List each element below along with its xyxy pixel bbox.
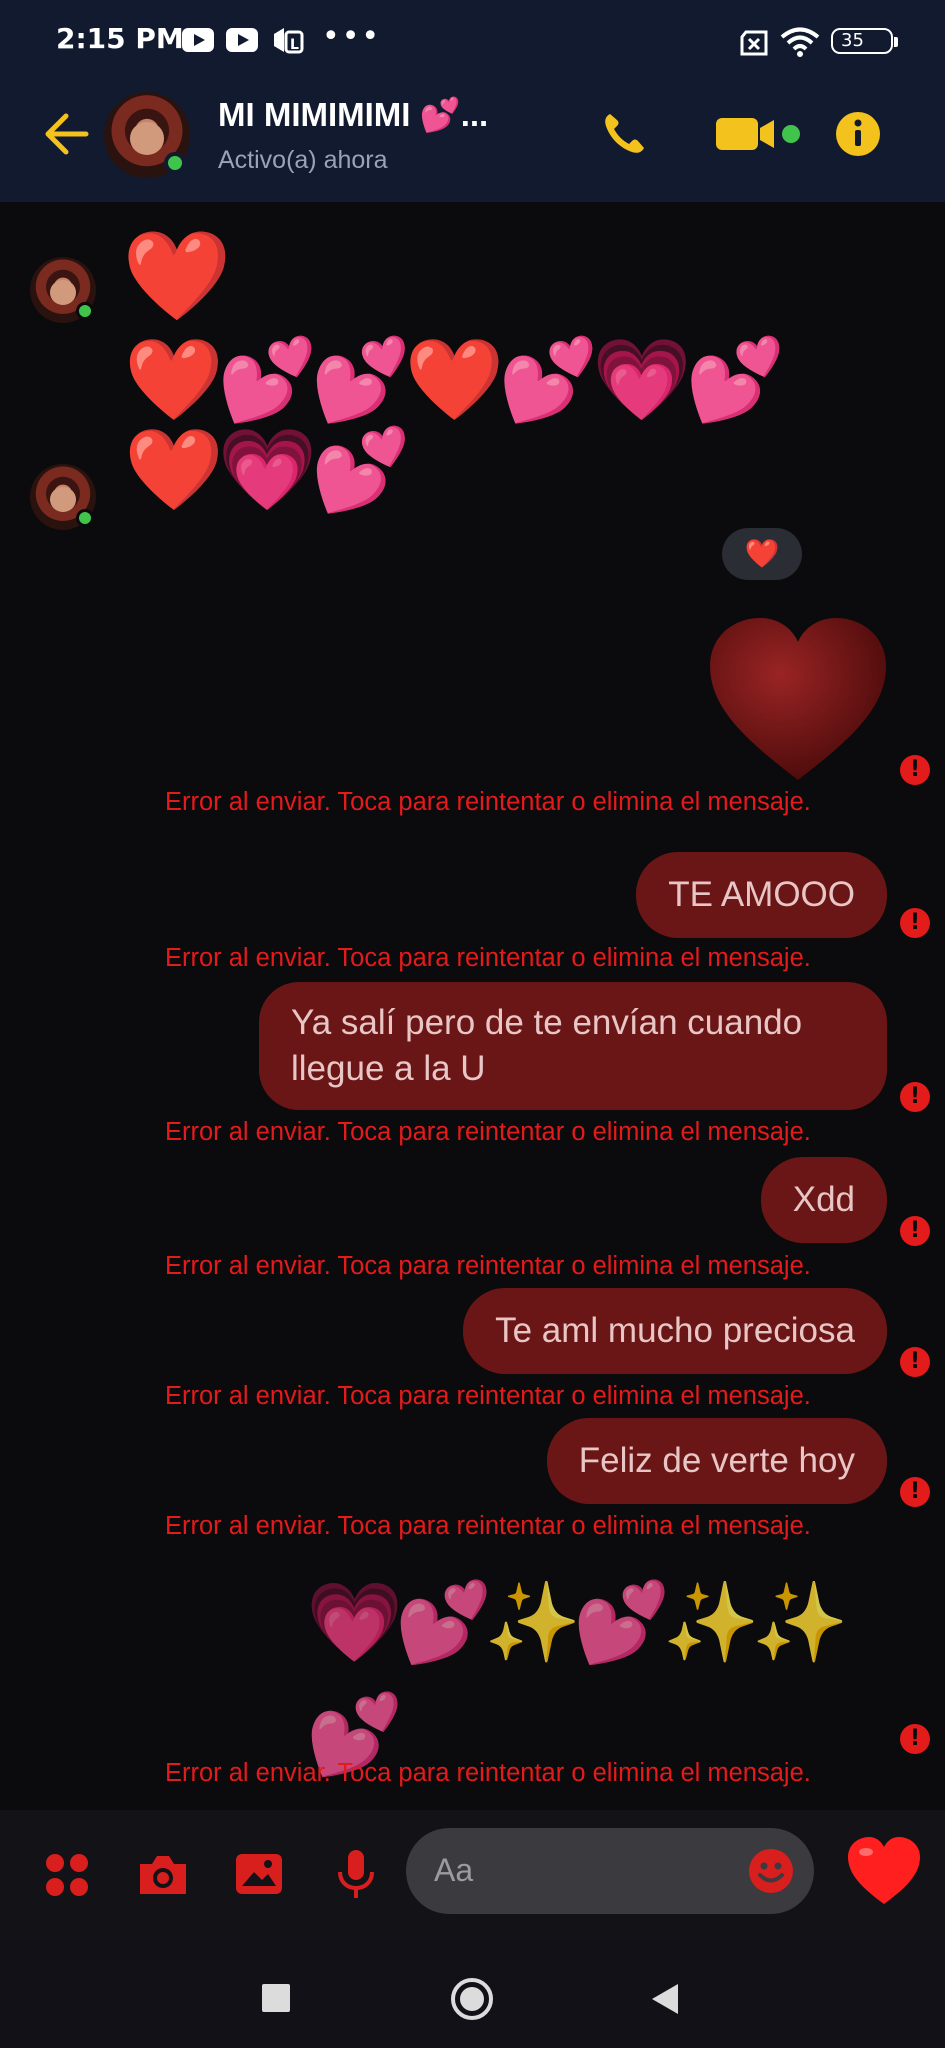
received-emoji-message[interactable]: ❤️ [122, 232, 232, 320]
more-notifications-icon: ••• [322, 19, 382, 54]
message-input-placeholder: Aa [434, 1852, 474, 1888]
sent-emoji-message[interactable]: 💗💕✨💕✨✨💕 [306, 1567, 886, 1791]
error-alert-icon[interactable]: ! [900, 1082, 930, 1112]
received-emoji-message[interactable]: ❤️💗💕 [124, 430, 411, 510]
sent-message-bubble[interactable]: Ya salí pero de te envían cuando llegue … [259, 982, 887, 1110]
image-icon[interactable] [234, 1850, 284, 1898]
microphone-icon[interactable] [336, 1848, 376, 1902]
heart-like-icon[interactable] [846, 1836, 922, 1906]
phone-icon[interactable] [600, 110, 648, 158]
back-arrow-icon[interactable] [42, 112, 90, 156]
video-active-dot [782, 125, 800, 143]
emoji-icon[interactable] [748, 1848, 794, 1894]
sent-message-bubble[interactable]: TE AMOOO [636, 852, 887, 938]
send-error-message[interactable]: Error al enviar. Toca para reintentar o … [165, 1252, 811, 1281]
status-time: 2:15 PM [56, 22, 184, 55]
sent-message-bubble[interactable]: Xdd [760, 1157, 887, 1243]
home-circle-icon[interactable] [451, 1978, 493, 2020]
status-bar: 2:15 PM L ••• 35 [0, 0, 945, 84]
sent-message-bubble[interactable]: Te aml mucho preciosa [463, 1288, 887, 1374]
no-sim-icon [740, 30, 768, 56]
camera-icon[interactable] [136, 1852, 190, 1898]
recents-square-icon[interactable] [262, 1984, 290, 2012]
info-icon[interactable] [834, 110, 882, 158]
message-list[interactable]: ❤️ ❤️💕💕❤️💕💗💕 ❤️💗💕 ❤️ ! Error al enviar. … [0, 202, 945, 1810]
error-alert-icon[interactable]: ! [900, 908, 930, 938]
error-alert-icon[interactable]: ! [900, 1477, 930, 1507]
svg-text:L: L [290, 37, 299, 53]
error-alert-icon[interactable]: ! [900, 1216, 930, 1246]
back-triangle-icon[interactable] [650, 1982, 680, 2016]
online-indicator [164, 152, 186, 174]
top-bar: 2:15 PM L ••• 35 MI MIMIMIMI 💕... Activo… [0, 0, 945, 202]
youtube-icon [226, 28, 258, 52]
sent-heart-emoji[interactable] [706, 616, 890, 784]
video-call-icon[interactable] [714, 114, 778, 154]
error-alert-icon[interactable]: ! [900, 755, 930, 785]
send-error-message[interactable]: Error al enviar. Toca para reintentar o … [165, 1512, 811, 1541]
youtube-icon [182, 28, 214, 52]
sent-message-bubble[interactable]: Feliz de verte hoy [546, 1418, 887, 1504]
contact-name[interactable]: MI MIMIMIMI 💕... [218, 96, 488, 135]
send-error-message[interactable]: Error al enviar. Toca para reintentar o … [165, 1118, 811, 1147]
wifi-icon [780, 27, 820, 57]
send-error-message[interactable]: Error al enviar. Toca para reintentar o … [165, 1759, 811, 1788]
system-navigation-bar [0, 1940, 945, 2048]
send-error-message[interactable]: Error al enviar. Toca para reintentar o … [165, 1382, 811, 1411]
apps-icon[interactable] [44, 1852, 90, 1898]
online-indicator [76, 509, 94, 527]
send-error-message[interactable]: Error al enviar. Toca para reintentar o … [165, 944, 811, 973]
message-input[interactable]: Aa [406, 1828, 814, 1914]
send-error-message[interactable]: Error al enviar. Toca para reintentar o … [165, 788, 811, 817]
error-alert-icon[interactable]: ! [900, 1724, 930, 1754]
contact-status: Activo(a) ahora [218, 146, 388, 174]
battery-indicator: 35 [831, 28, 898, 54]
received-emoji-message[interactable]: ❤️💕💕❤️💕💗💕 [124, 340, 785, 420]
message-reaction[interactable]: ❤️ [722, 528, 802, 580]
error-alert-icon[interactable]: ! [900, 1347, 930, 1377]
online-indicator [76, 302, 94, 320]
app-notification-icon: L [274, 28, 304, 54]
